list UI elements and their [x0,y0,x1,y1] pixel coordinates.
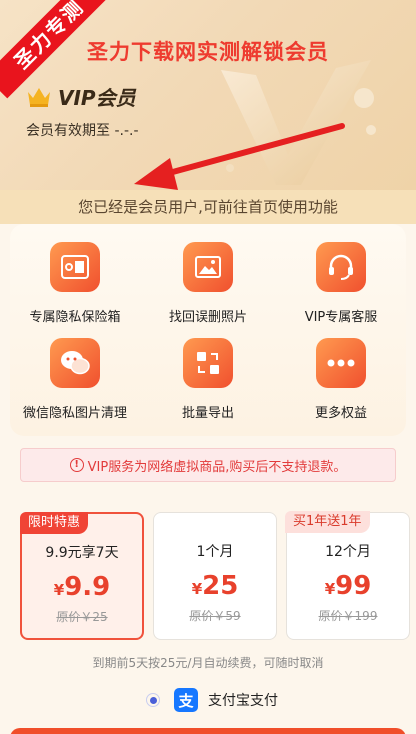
membership-expiry: 会员有效期至 -.-.- [26,123,139,139]
feature-label: 微信隐私图片清理 [22,406,127,421]
headset-icon [316,242,366,292]
feature-vip-support[interactable]: VIP专属客服 [276,242,406,325]
plan-price: ¥99 [324,571,372,601]
feature-wechat-clean[interactable]: 微信隐私图片清理 [10,338,140,421]
payment-method-alipay[interactable]: 支 支付宝支付 [146,688,278,712]
refund-warning-text: VIP服务为网络虚拟商品,购买后不支持退款。 [87,459,347,475]
vip-label: VIP会员 [58,86,136,110]
export-icon [183,338,233,388]
crown-icon [28,87,50,107]
plan-original-price: 原价￥199 [318,609,378,623]
pointer-arrow [134,123,345,190]
pay-button[interactable] [10,728,406,734]
plan-tag: 限时特惠 [20,512,89,534]
feature-more-benefits[interactable]: 更多权益 [276,338,406,421]
safe-icon [50,242,100,292]
info-icon: ! [69,458,84,472]
auto-renew-note: 到期前5天按25元/月自动续费，可随时取消 [92,656,324,670]
vip-badge-row: VIP会员 [26,82,136,111]
payment-label: 支付宝支付 [208,693,278,709]
plan-name: 9.9元享7天 [45,545,119,561]
member-notice: 您已经是会员用户,可前往首页使用功能 [0,190,416,224]
plan-7-days[interactable]: 限时特惠 9.9元享7天 ¥9.9 原价￥25 [20,512,144,640]
feature-grid: 专属隐私保险箱 找回误删照片 VIP专属客服 微信隐私图片清理 批量导出 更多权… [10,224,406,436]
feature-private-safe[interactable]: 专属隐私保险箱 [10,242,140,325]
payment-radio[interactable] [146,693,160,707]
plan-price: ¥9.9 [53,572,111,602]
feature-label: VIP专属客服 [304,310,378,325]
chat-icon [50,338,100,388]
plan-price: ¥25 [191,571,239,601]
alipay-icon: 支 [174,688,198,712]
more-icon [316,338,366,388]
feature-recover-photos[interactable]: 找回误删照片 [143,242,273,325]
plan-1-month[interactable]: 1个月 ¥25 原价￥59 [153,512,277,640]
photo-icon [183,242,233,292]
plan-original-price: 原价￥25 [56,610,108,624]
refund-warning: ! VIP服务为网络虚拟商品,购买后不支持退款。 [20,448,396,482]
feature-label: 找回误删照片 [168,310,247,325]
feature-label: 批量导出 [181,406,234,421]
plan-name: 1个月 [196,544,234,560]
feature-label: 专属隐私保险箱 [29,310,121,325]
feature-batch-export[interactable]: 批量导出 [143,338,273,421]
plan-tag: 买1年送1年 [285,511,370,533]
feature-label: 更多权益 [314,406,367,421]
plan-12-months[interactable]: 买1年送1年 12个月 ¥99 原价￥199 [285,511,410,640]
plan-original-price: 原价￥59 [189,609,241,623]
plan-name: 12个月 [325,544,371,560]
